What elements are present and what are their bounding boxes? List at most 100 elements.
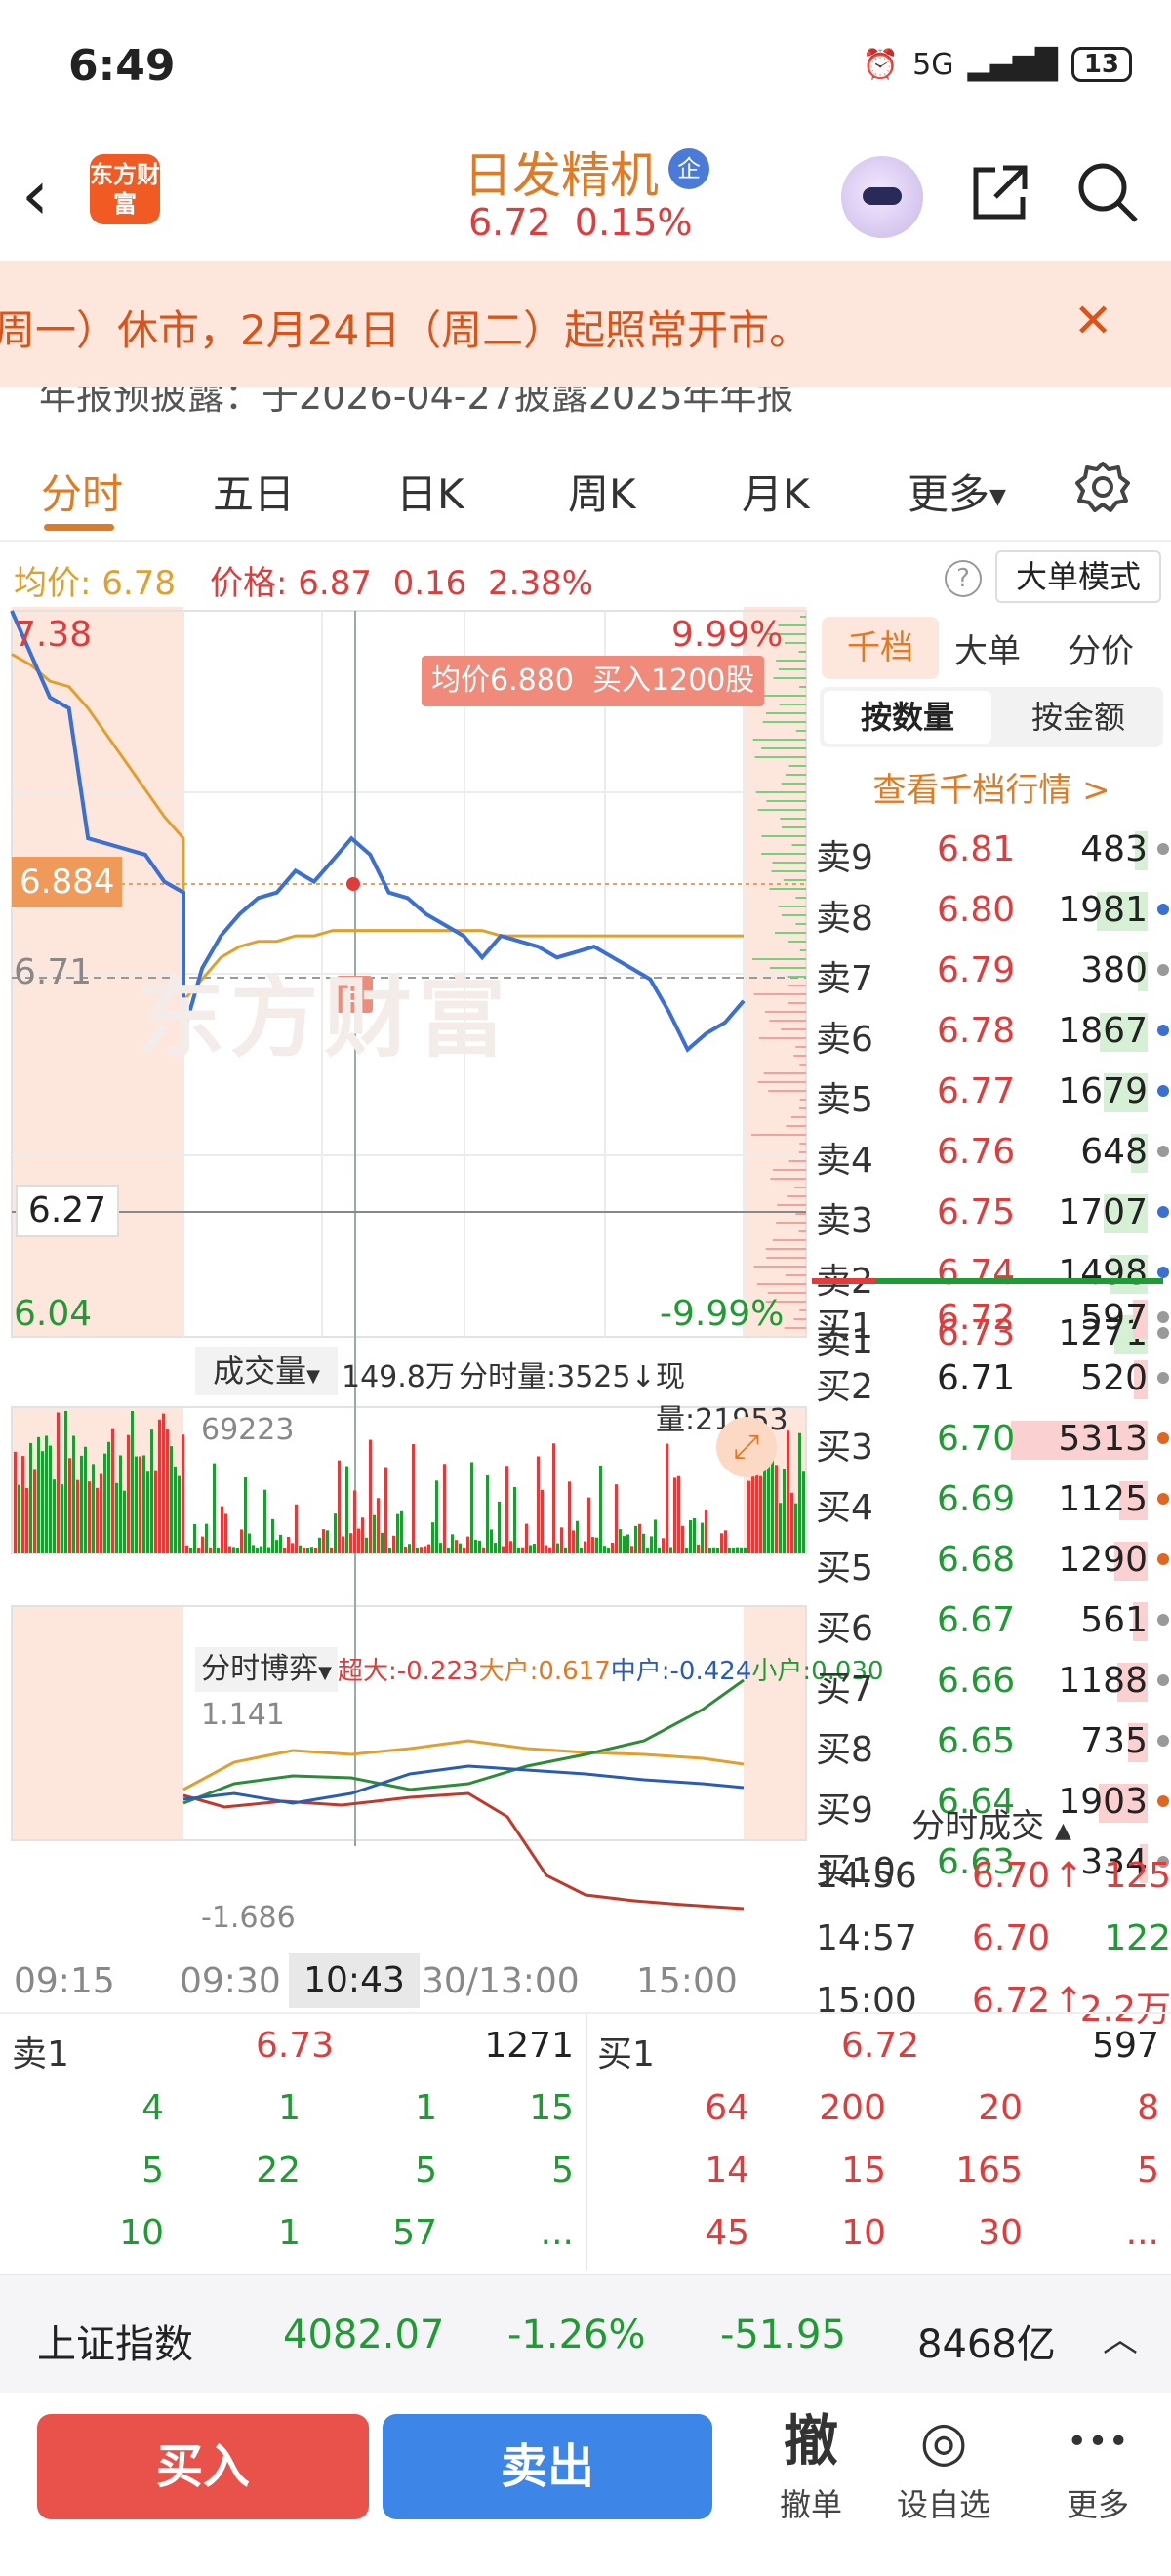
- volume-bar: [252, 1545, 255, 1553]
- app-logo: 东方财富: [90, 154, 160, 224]
- ask-price: 6.76: [937, 1132, 1016, 1172]
- bid-price: 6.66: [937, 1661, 1016, 1701]
- ask-row[interactable]: 卖9 6.81 483: [812, 824, 1171, 878]
- ask-level-label: 卖3: [816, 1201, 873, 1241]
- by-quantity-button[interactable]: 按数量: [824, 691, 991, 744]
- tab-thousand-level[interactable]: 千档: [822, 617, 939, 679]
- by-amount-button[interactable]: 按金额: [995, 691, 1161, 744]
- volume-bar: [392, 1535, 395, 1553]
- volume-bar: [626, 1534, 629, 1553]
- volume-bar: [533, 1544, 536, 1553]
- volume-bar: [560, 1527, 563, 1553]
- volume-bar: [556, 1543, 559, 1553]
- volume-bar: [197, 1547, 200, 1553]
- volume-bar: [217, 1547, 220, 1553]
- cursor-price-pct: 2.38%: [487, 564, 593, 603]
- trades-title[interactable]: 分时成交 ▲: [812, 1799, 1171, 1847]
- index-ticker-bar[interactable]: 上证指数 4082.07 -1.26% -51.95 8468亿 ︿: [0, 2274, 1171, 2393]
- bid-row[interactable]: 买5 6.68 1290: [812, 1534, 1171, 1589]
- volume-bar: [291, 1543, 294, 1553]
- bid-row[interactable]: 买4 6.69 1125: [812, 1473, 1171, 1528]
- ask-level-label: 卖6: [816, 1020, 873, 1060]
- buy-button[interactable]: 买入: [37, 2414, 369, 2519]
- volume-bar: [638, 1523, 641, 1553]
- robot-assistant-icon[interactable]: [841, 156, 923, 238]
- status-bar: 6:49 ⏰ 5G ▂▄▆█ 13: [0, 0, 1171, 137]
- sell-queue-cell: 1: [278, 2088, 301, 2128]
- view-thousand-level-link[interactable]: 查看千档行情 >: [812, 763, 1171, 811]
- sell-queue-cell: 57: [392, 2213, 437, 2253]
- watermark: 东方财富: [137, 967, 511, 1069]
- volume-bar: [18, 1484, 20, 1553]
- search-icon[interactable]: [1073, 158, 1142, 226]
- bid-volume: 735: [1080, 1721, 1148, 1761]
- volume-bar: [361, 1517, 364, 1553]
- expand-icon[interactable]: ⤢: [716, 1417, 777, 1477]
- ask-row[interactable]: 卖8 6.80 1981: [812, 884, 1171, 939]
- volume-bar: [119, 1455, 122, 1553]
- tab-big-order[interactable]: 大单: [954, 624, 1021, 672]
- avg-price-info: 均价: 6.78: [14, 556, 176, 604]
- volume-bar: [330, 1547, 333, 1553]
- bid-row[interactable]: 买8 6.65 735: [812, 1715, 1171, 1770]
- volume-bar: [478, 1540, 481, 1553]
- capital-game-selector[interactable]: 分时博弈▼: [195, 1647, 338, 1692]
- ask-row[interactable]: 卖7 6.79 380: [812, 945, 1171, 999]
- sell-queue-cell: 5: [551, 2151, 574, 2191]
- volume-bar: [490, 1529, 493, 1553]
- back-button[interactable]: ‹: [21, 156, 80, 234]
- sell-button[interactable]: 卖出: [383, 2414, 712, 2519]
- cancel-order-button[interactable]: 撤 撤单: [757, 2408, 865, 2525]
- buy-queue-cell: 14: [705, 2151, 749, 2191]
- big-order-mode-button[interactable]: 大单模式: [995, 550, 1161, 603]
- volume-bar: [463, 1547, 465, 1553]
- notice-strip[interactable]: 年报预披露：于2026-04-27披露2025年年报: [0, 387, 1171, 430]
- chevron-up-icon[interactable]: ︿: [1103, 2311, 1138, 2361]
- share-icon[interactable]: [966, 158, 1034, 226]
- volume-selector[interactable]: 成交量▼: [195, 1347, 338, 1395]
- close-icon[interactable]: ✕: [1073, 294, 1112, 348]
- bid-row[interactable]: 买7 6.66 1188: [812, 1655, 1171, 1710]
- ask-row[interactable]: 卖4 6.76 648: [812, 1126, 1171, 1181]
- bid-row[interactable]: 买1 6.72 597: [812, 1292, 1171, 1347]
- tab-price-split[interactable]: 分价: [1068, 624, 1134, 672]
- intraday-chart[interactable]: 7.38 9.99% 均价6.880 买入1200股 6.884 6.71 B …: [0, 607, 884, 2012]
- bid-order-dot: [1157, 1311, 1169, 1323]
- volume-bar: [267, 1547, 270, 1553]
- ask-row[interactable]: 卖2 6.74 1498: [812, 1247, 1171, 1302]
- help-icon[interactable]: ?: [945, 560, 982, 597]
- gear-icon[interactable]: [1073, 458, 1132, 516]
- ask-row[interactable]: 卖3 6.75 1707: [812, 1187, 1171, 1241]
- tab-weekly-k[interactable]: 周K: [568, 462, 636, 521]
- volume-bar: [451, 1534, 454, 1553]
- volume-bar: [697, 1544, 700, 1553]
- bid-row[interactable]: 买2 6.71 520: [812, 1352, 1171, 1407]
- volume-bar: [88, 1481, 91, 1553]
- volume-bar: [751, 1465, 754, 1553]
- cursor-price-change: 0.16: [392, 564, 467, 603]
- volume-selector-label: 成交量: [213, 1352, 307, 1389]
- more-button[interactable]: ••• 更多: [1044, 2408, 1151, 2525]
- buy-queue-cell: 5: [1137, 2151, 1159, 2191]
- tab-daily-k[interactable]: 日K: [396, 462, 464, 521]
- volume-bar: [185, 1545, 188, 1553]
- volume-bar: [720, 1533, 723, 1553]
- volume-bar: [424, 1546, 426, 1553]
- volume-bar: [802, 1471, 805, 1553]
- volume-bar: [646, 1548, 649, 1553]
- buy-queue-cell: ...: [1125, 2213, 1159, 2253]
- volume-bar: [123, 1490, 126, 1553]
- bid-row[interactable]: 买6 6.67 561: [812, 1594, 1171, 1649]
- add-watchlist-button[interactable]: ◎ 设自选: [890, 2408, 997, 2525]
- ask-row[interactable]: 卖6 6.78 1867: [812, 1005, 1171, 1060]
- volume-bar: [443, 1464, 446, 1553]
- tab-five-day[interactable]: 五日: [213, 462, 295, 521]
- tab-more[interactable]: 更多▼: [908, 462, 1006, 521]
- volume-bar: [248, 1533, 251, 1553]
- volume-bar: [25, 1487, 28, 1553]
- ask-row[interactable]: 卖5 6.77 1679: [812, 1066, 1171, 1120]
- volume-bar: [455, 1540, 458, 1553]
- bid-row[interactable]: 买3 6.70 5313: [812, 1413, 1171, 1468]
- tab-intraday[interactable]: 分时: [41, 462, 123, 521]
- tab-monthly-k[interactable]: 月K: [742, 462, 810, 521]
